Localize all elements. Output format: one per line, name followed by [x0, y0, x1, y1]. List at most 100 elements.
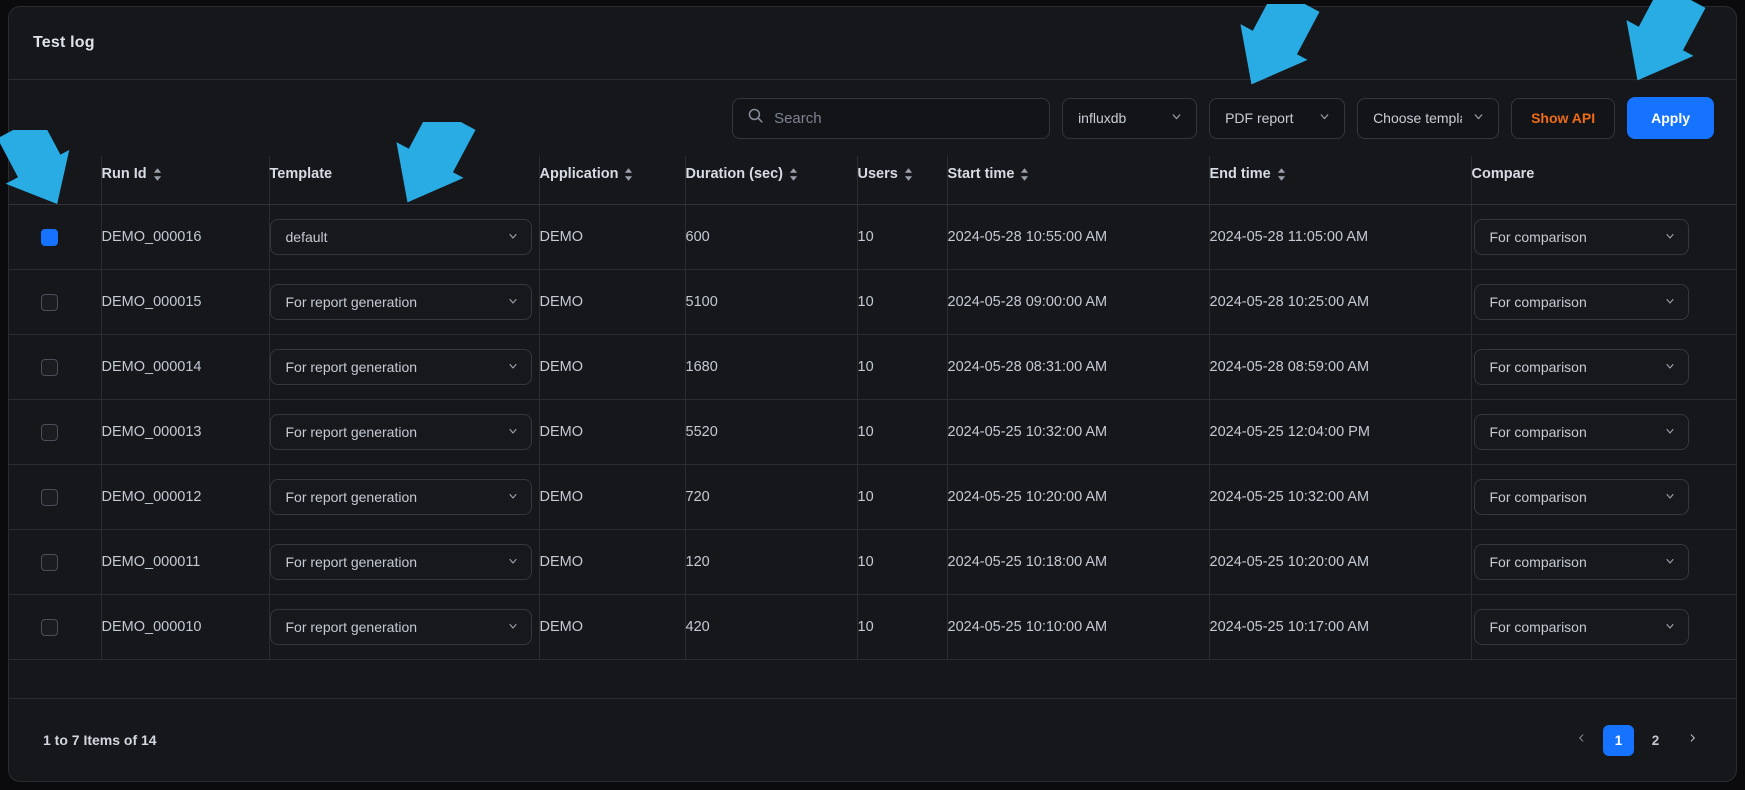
column-header-start-time[interactable]: Start time — [947, 156, 1210, 205]
column-header-users[interactable]: Users — [857, 156, 948, 205]
column-header-run-id[interactable]: Run Id — [101, 156, 270, 205]
sort-icon[interactable] — [1020, 167, 1029, 181]
template-select[interactable]: Choose template — [1357, 97, 1500, 139]
compare-cell: For comparison — [1471, 334, 1736, 400]
duration-cell: 5100 — [685, 269, 858, 335]
chevron-down-icon — [1664, 619, 1676, 635]
test-log-table: Run Id Template Application Duration (se… — [9, 156, 1736, 660]
row-template-value: For report generation — [285, 554, 418, 570]
duration-cell: 420 — [685, 594, 858, 660]
apply-button[interactable]: Apply — [1627, 97, 1714, 139]
application-cell: DEMO — [539, 594, 686, 660]
row-compare-value: For comparison — [1489, 489, 1587, 505]
column-header-duration[interactable]: Duration (sec) — [685, 156, 858, 205]
pagination-next-button[interactable] — [1677, 725, 1708, 756]
row-template-select[interactable]: For report generation — [269, 479, 532, 515]
row-checkbox[interactable] — [41, 358, 58, 376]
row-checkbox[interactable] — [41, 228, 58, 246]
row-compare-select[interactable]: For comparison — [1473, 479, 1689, 515]
row-compare-select[interactable]: For comparison — [1473, 349, 1689, 385]
column-header-duration-label: Duration (sec) — [685, 166, 784, 182]
row-compare-select[interactable]: For comparison — [1473, 219, 1689, 255]
start-time-cell: 2024-05-25 10:10:00 AM — [947, 594, 1210, 660]
column-header-users-label: Users — [857, 166, 898, 182]
pagination-page-2[interactable]: 2 — [1640, 725, 1671, 756]
row-compare-select[interactable]: For comparison — [1473, 609, 1689, 645]
users-cell: 10 — [857, 594, 948, 660]
row-compare-select[interactable]: For comparison — [1473, 414, 1689, 450]
row-template-value: For report generation — [285, 424, 418, 440]
row-compare-value: For comparison — [1489, 619, 1587, 635]
row-template-select[interactable]: For report generation — [269, 609, 532, 645]
template-cell: For report generation — [269, 334, 540, 400]
users-value: 10 — [857, 359, 874, 375]
application-value: DEMO — [539, 359, 584, 375]
search-input[interactable] — [774, 109, 1036, 127]
row-template-select[interactable]: For report generation — [269, 544, 532, 580]
duration-cell: 1680 — [685, 334, 858, 400]
row-template-value: For report generation — [285, 294, 418, 310]
sort-icon[interactable] — [624, 167, 633, 181]
run-id-value: DEMO_000015 — [101, 294, 202, 310]
users-cell: 10 — [857, 399, 948, 465]
row-template-select[interactable]: For report generation — [269, 349, 532, 385]
column-header-compare: Compare — [1471, 156, 1736, 205]
sort-icon[interactable] — [153, 167, 162, 181]
duration-value: 1680 — [685, 359, 718, 375]
column-header-application[interactable]: Application — [539, 156, 686, 205]
table-row[interactable]: DEMO_000013 For report generation DEMO 5520… — [9, 399, 1736, 465]
row-template-value: default — [285, 229, 328, 245]
end-time-cell: 2024-05-25 10:17:00 AM — [1209, 594, 1472, 660]
table-row[interactable]: DEMO_000014 For report generation DEMO 1680… — [9, 334, 1736, 400]
sort-icon[interactable] — [1277, 167, 1286, 181]
start-time-value: 2024-05-28 08:31:00 AM — [947, 359, 1108, 375]
chevron-down-icon — [1664, 424, 1676, 440]
show-api-button[interactable]: Show API — [1511, 97, 1616, 139]
table-row[interactable]: DEMO_000011 For report generation DEMO 120 1… — [9, 529, 1736, 595]
row-checkbox[interactable] — [41, 488, 58, 506]
run-id-cell: DEMO_000015 — [101, 269, 270, 335]
run-id-cell: DEMO_000016 — [101, 204, 270, 270]
column-header-end-time-label: End time — [1209, 166, 1271, 182]
start-time-value: 2024-05-25 10:32:00 AM — [947, 424, 1108, 440]
pagination-prev-button[interactable] — [1566, 725, 1597, 756]
pagination-page-1[interactable]: 1 — [1603, 724, 1634, 756]
report-type-select[interactable]: PDF report — [1209, 97, 1346, 139]
chevron-down-icon — [1472, 110, 1485, 126]
application-cell: DEMO — [539, 269, 686, 335]
table-row[interactable]: DEMO_000012 For report generation DEMO 720 1… — [9, 464, 1736, 530]
end-time-cell: 2024-05-28 11:05:00 AM — [1209, 204, 1472, 270]
users-cell: 10 — [857, 269, 948, 335]
sort-icon[interactable] — [904, 167, 913, 181]
end-time-value: 2024-05-28 11:05:00 AM — [1209, 229, 1369, 245]
row-checkbox[interactable] — [41, 553, 58, 571]
table-row[interactable]: DEMO_000010 For report generation DEMO 420 1… — [9, 594, 1736, 660]
chevron-left-icon — [1576, 730, 1587, 751]
users-value: 10 — [857, 619, 874, 635]
application-value: DEMO — [539, 489, 584, 505]
sort-icon[interactable] — [789, 167, 798, 181]
row-compare-select[interactable]: For comparison — [1473, 544, 1689, 580]
row-template-select[interactable]: default — [269, 219, 532, 255]
table-row[interactable]: DEMO_000015 For report generation DEMO 5100… — [9, 269, 1736, 335]
template-cell: For report generation — [269, 464, 540, 530]
chevron-down-icon — [507, 554, 519, 570]
row-template-select[interactable]: For report generation — [269, 284, 532, 320]
run-id-cell: DEMO_000013 — [101, 399, 270, 465]
row-compare-value: For comparison — [1489, 424, 1587, 440]
row-select-cell — [9, 464, 102, 530]
datasource-select[interactable]: influxdb — [1062, 97, 1198, 139]
application-cell: DEMO — [539, 334, 686, 400]
row-compare-value: For comparison — [1489, 294, 1587, 310]
start-time-value: 2024-05-25 10:18:00 AM — [947, 554, 1108, 570]
row-compare-select[interactable]: For comparison — [1473, 284, 1689, 320]
run-id-value: DEMO_000014 — [101, 359, 202, 375]
row-checkbox[interactable] — [41, 293, 58, 311]
table-row[interactable]: DEMO_000016 default DEMO 600 10 2024-05-28 10… — [9, 204, 1736, 270]
row-checkbox[interactable] — [41, 423, 58, 441]
pagination: 1 2 — [1566, 724, 1708, 756]
row-template-select[interactable]: For report generation — [269, 414, 532, 450]
search-box[interactable] — [732, 97, 1051, 139]
column-header-end-time[interactable]: End time — [1209, 156, 1472, 205]
row-checkbox[interactable] — [41, 618, 58, 636]
